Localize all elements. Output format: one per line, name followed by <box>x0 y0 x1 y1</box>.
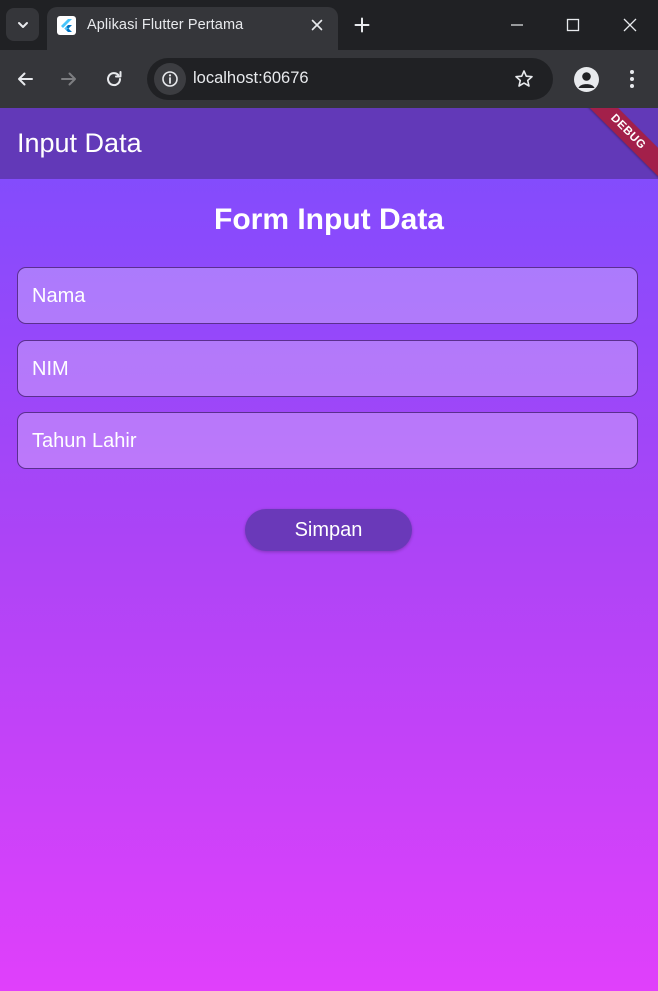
url-text[interactable]: localhost:60676 <box>193 69 309 88</box>
window-close-button[interactable] <box>619 14 641 36</box>
forward-button[interactable] <box>57 67 81 91</box>
nama-field[interactable]: Nama <box>17 267 638 324</box>
maximize-button[interactable] <box>562 14 584 36</box>
bookmark-button[interactable] <box>513 68 535 90</box>
chevron-down-icon <box>17 21 28 28</box>
person-icon <box>578 72 595 88</box>
arrow-left-icon <box>18 72 33 86</box>
app-bar-title: Input Data <box>17 128 142 158</box>
tahun-lahir-field-label: Tahun Lahir <box>32 430 137 452</box>
arrow-right-icon <box>61 72 76 86</box>
nama-field-label: Nama <box>32 285 86 307</box>
minimize-button[interactable] <box>506 14 528 36</box>
browser-menu-button[interactable] <box>620 67 644 91</box>
address-bar[interactable]: localhost:60676 <box>147 58 553 100</box>
app-bar: Input Data <box>0 108 658 179</box>
nim-field-label: NIM <box>32 358 69 380</box>
tab-close-button[interactable] <box>307 15 327 35</box>
site-info-button[interactable] <box>154 63 186 95</box>
back-button[interactable] <box>13 67 37 91</box>
more-vertical-icon <box>630 70 634 88</box>
profile-button[interactable] <box>574 67 599 92</box>
star-icon <box>515 70 533 87</box>
browser-tab-strip: Aplikasi Flutter Pertama <box>0 0 658 50</box>
maximize-icon <box>566 18 580 32</box>
info-icon <box>162 71 178 87</box>
tahun-lahir-field[interactable]: Tahun Lahir <box>17 412 638 469</box>
browser-toolbar: localhost:60676 <box>0 50 658 108</box>
tab-title: Aplikasi Flutter Pertama <box>87 17 244 33</box>
minimize-icon <box>511 24 523 26</box>
plus-icon <box>354 17 370 33</box>
reload-icon <box>107 71 122 87</box>
close-icon <box>311 19 323 31</box>
reload-button[interactable] <box>102 67 126 91</box>
form-title: Form Input Data <box>214 203 444 236</box>
save-button[interactable]: Simpan <box>245 509 412 551</box>
new-tab-button[interactable] <box>351 14 373 36</box>
nim-field[interactable]: NIM <box>17 340 638 397</box>
browser-tab[interactable]: Aplikasi Flutter Pertama <box>47 7 338 50</box>
flutter-icon <box>57 16 76 35</box>
tab-search-button[interactable] <box>6 8 39 41</box>
close-icon <box>623 18 637 32</box>
app-viewport: Input Data DEBUG Form Input Data Nama NI… <box>0 108 658 991</box>
